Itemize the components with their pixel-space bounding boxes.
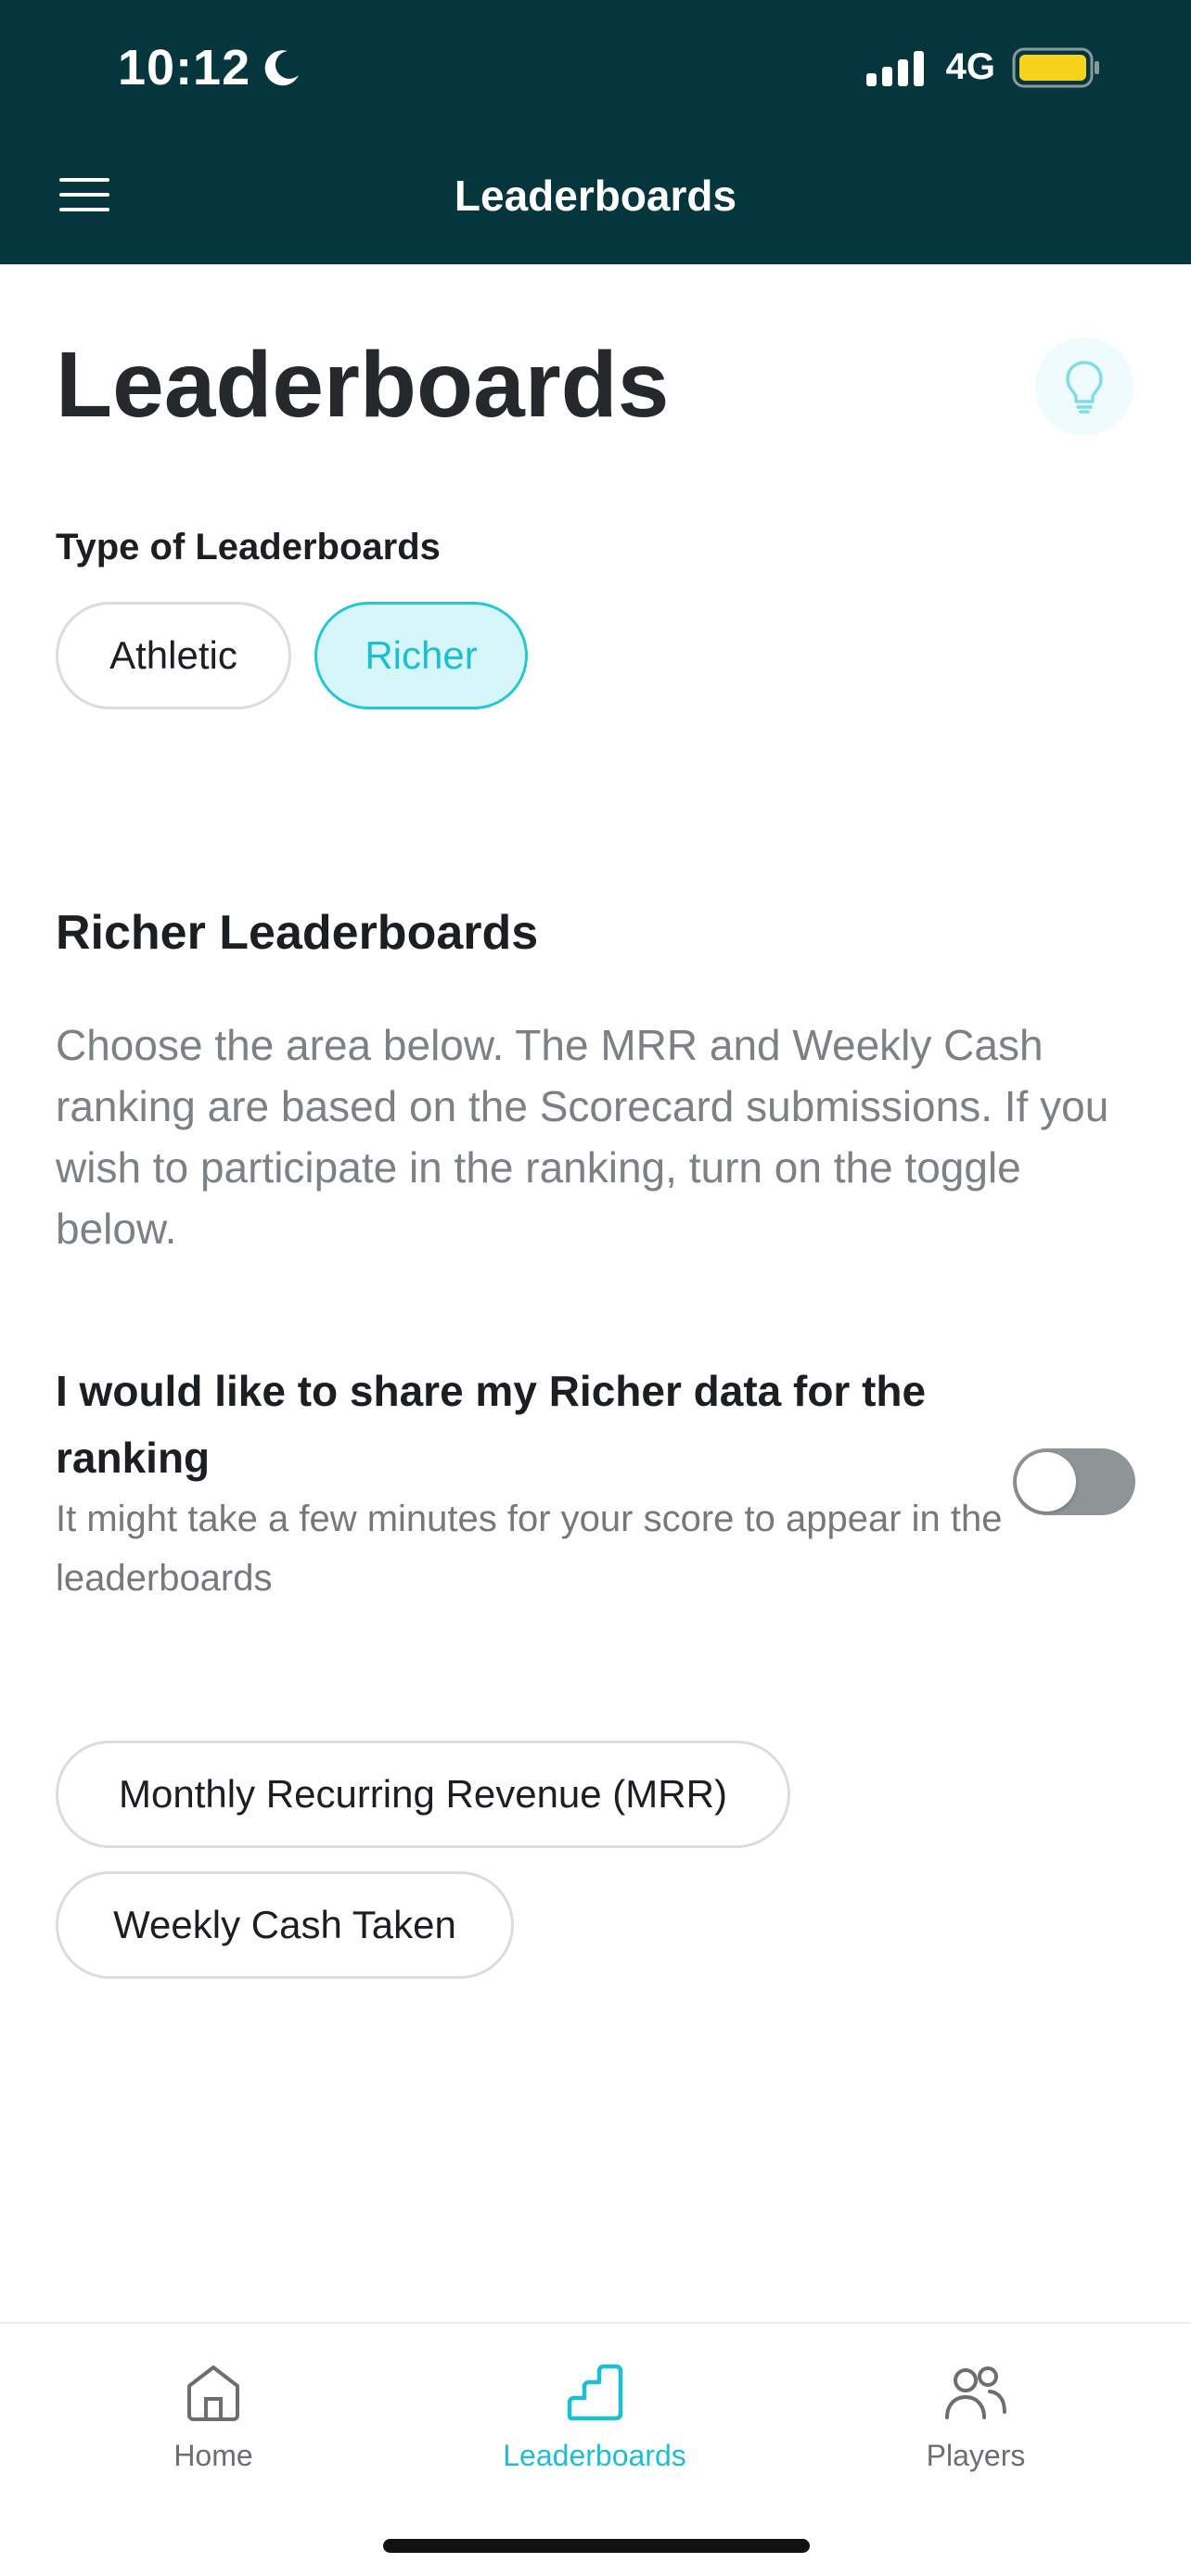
leaderboards-stairs-icon bbox=[567, 2364, 623, 2421]
richer-chip[interactable]: Richer bbox=[314, 602, 528, 709]
tab-players[interactable]: Players bbox=[837, 2359, 1115, 2473]
tip-button[interactable] bbox=[1035, 338, 1133, 436]
weekly-cash-chip[interactable]: Weekly Cash Taken bbox=[56, 1871, 514, 1979]
tab-leaderboards-label: Leaderboards bbox=[503, 2439, 686, 2472]
status-bar-time: 10:12 bbox=[118, 39, 302, 96]
tab-leaderboards[interactable]: Leaderboards bbox=[455, 2359, 734, 2473]
app-header: 10:12 4G Leaderboards bbox=[0, 0, 1191, 264]
mrr-chip[interactable]: Monthly Recurring Revenue (MRR) bbox=[56, 1741, 790, 1848]
richer-leaderboards-title: Richer Leaderboards bbox=[56, 906, 539, 960]
home-icon bbox=[187, 2366, 239, 2421]
leaderboards-screen: 10:12 4G Leaderboards Leaderboards Type … bbox=[0, 0, 1191, 2576]
header-title: Leaderboards bbox=[454, 172, 737, 220]
type-of-leaderboards-label: Type of Leaderboards bbox=[56, 527, 441, 567]
players-icon bbox=[945, 2366, 1006, 2419]
richer-description: Choose the area below. The MRR and Weekl… bbox=[56, 1021, 1109, 1253]
status-bar-indicators: 4G bbox=[864, 46, 1101, 88]
home-indicator[interactable] bbox=[383, 2539, 810, 2553]
status-time-text: 10:12 bbox=[118, 40, 251, 96]
battery-icon bbox=[1012, 47, 1099, 87]
tab-home-label: Home bbox=[173, 2439, 253, 2472]
share-data-subtitle: It might take a few minutes for your sco… bbox=[56, 1498, 1003, 1599]
cellular-signal-icon bbox=[865, 50, 924, 86]
lightbulb-icon bbox=[1066, 361, 1103, 414]
tab-home[interactable]: Home bbox=[74, 2359, 352, 2473]
network-type: 4G bbox=[945, 46, 995, 87]
share-data-toggle[interactable] bbox=[1013, 1448, 1135, 1515]
athletic-chip[interactable]: Athletic bbox=[56, 602, 291, 709]
bottom-tab-bar: Home Leaderboards Players bbox=[0, 2322, 1191, 2576]
page-title: Leaderboards bbox=[56, 333, 670, 437]
tab-players-label: Players bbox=[926, 2439, 1026, 2472]
moon-icon bbox=[264, 50, 300, 86]
share-data-title: I would like to share my Richer data for… bbox=[56, 1367, 927, 1482]
toggle-knob bbox=[1017, 1452, 1076, 1511]
